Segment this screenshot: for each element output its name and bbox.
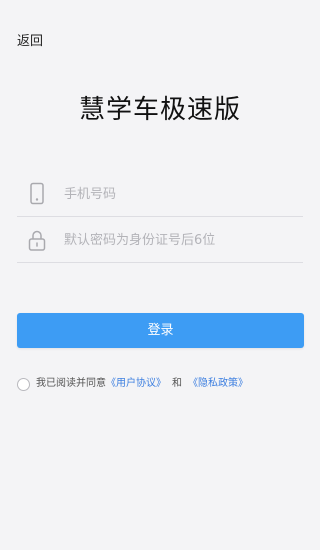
phone-icon [27, 182, 47, 206]
login-button[interactable]: 登录 [17, 313, 304, 348]
password-input[interactable] [64, 228, 294, 252]
phone-field [17, 172, 303, 217]
phone-input[interactable] [64, 182, 294, 206]
app-title: 慧学车极速版 [78, 95, 241, 125]
agree-checkbox[interactable] [17, 377, 30, 391]
lock-icon [27, 228, 47, 252]
user-agreement-link[interactable]: 《用户协议》 [106, 376, 166, 392]
back-button[interactable]: 返回 [17, 34, 43, 50]
agreement-text: 我已阅读并同意 [36, 378, 106, 389]
agreement-conjunction: 和 [172, 378, 182, 389]
password-field [17, 218, 303, 263]
agreement-row: 我已阅读并同意 《用户协议》 和 《隐私政策》 [17, 376, 248, 392]
privacy-policy-link[interactable]: 《隐私政策》 [188, 376, 248, 392]
